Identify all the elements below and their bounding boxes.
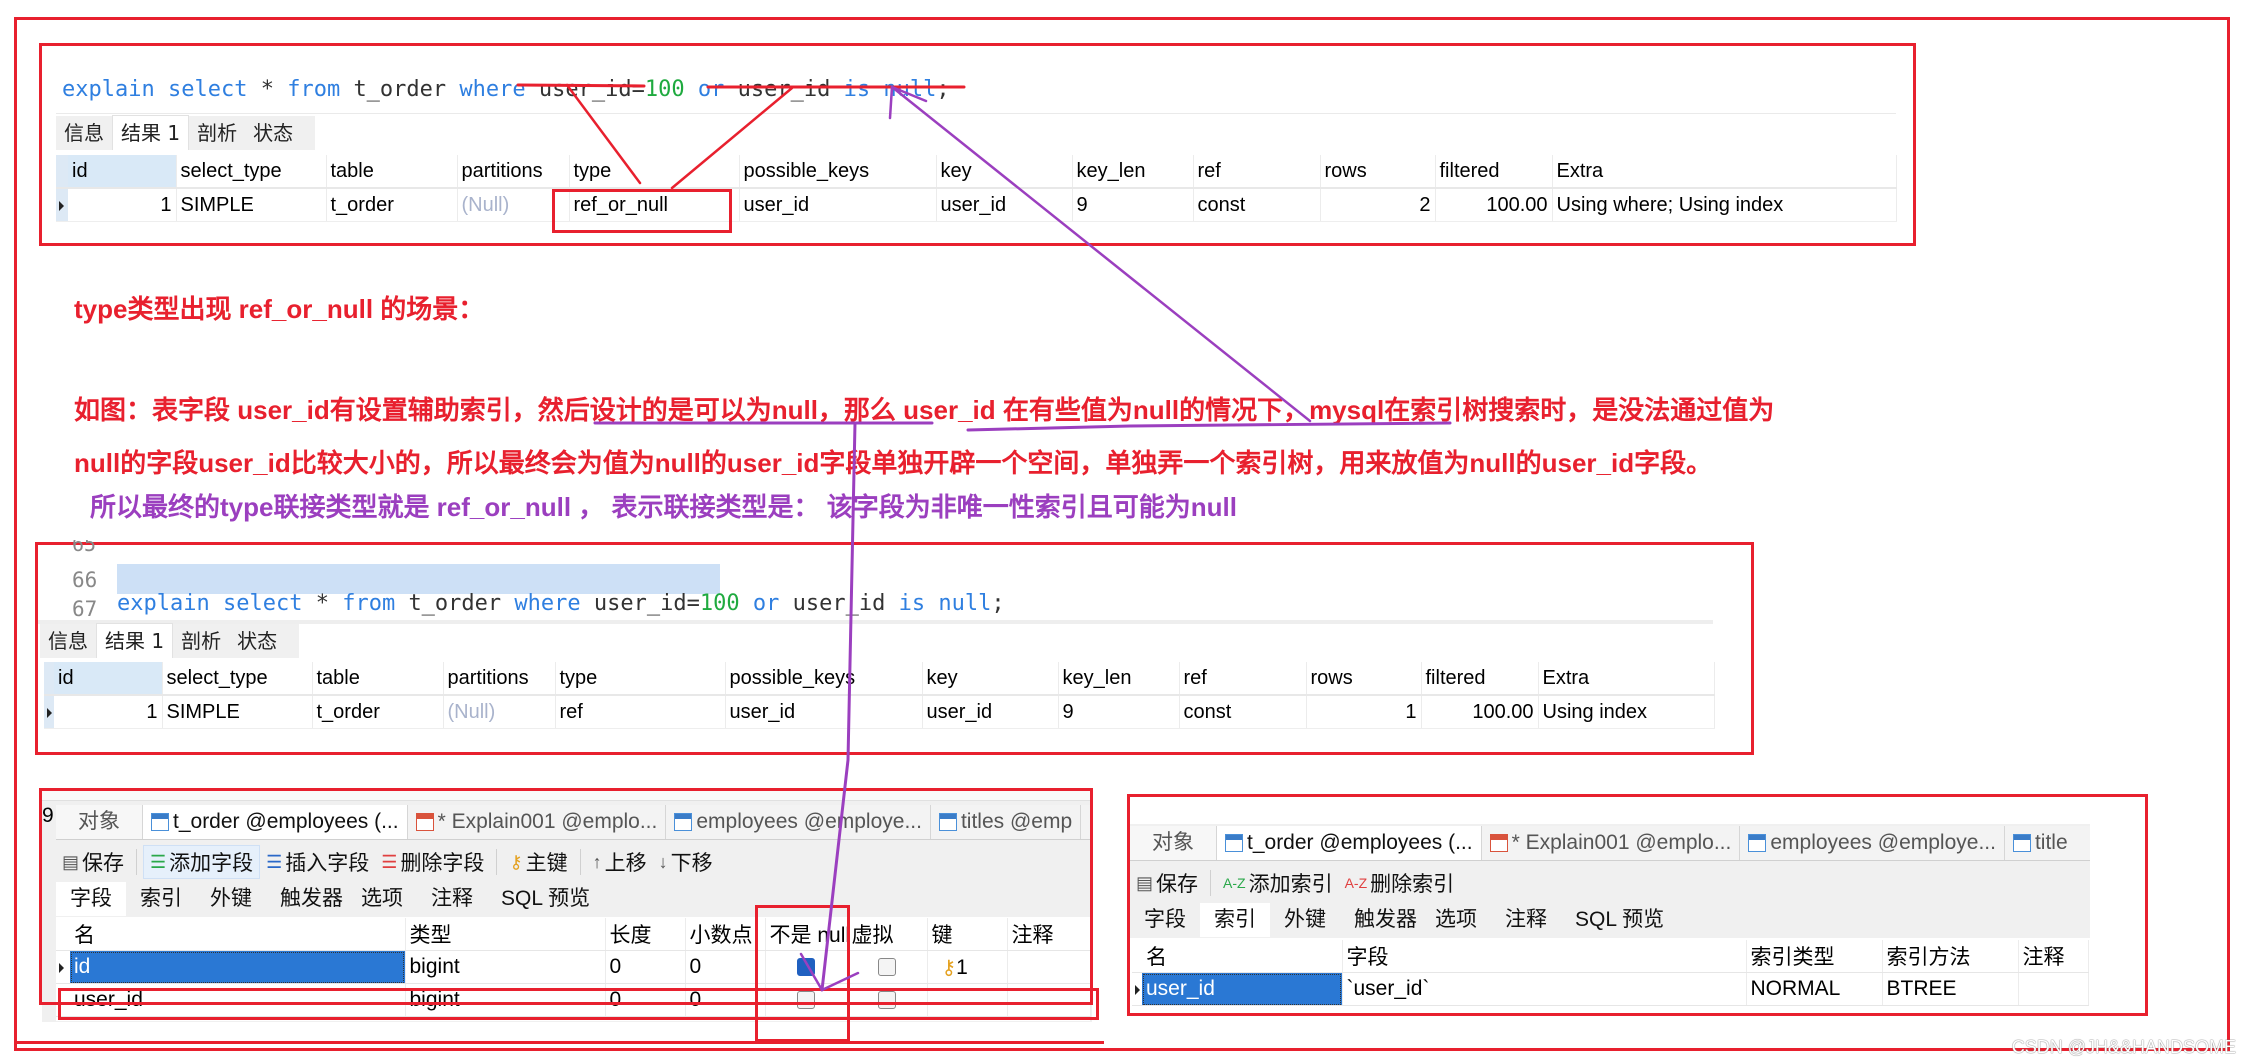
- arrowhead: [888, 85, 894, 120]
- arrowhead: [799, 952, 824, 992]
- arrowhead: [890, 85, 928, 103]
- purple-arrow-to-not-null: [820, 421, 857, 992]
- annotation-overlay: [516, 83, 1452, 992]
- underline-null-case: [966, 421, 1452, 432]
- watermark: CSDN @JH&&HANDSOME: [2011, 1037, 2236, 1057]
- underline-user-id-eq-100: [516, 83, 646, 88]
- purple-arrow-to-null: [890, 85, 1312, 423]
- connector-line: [670, 86, 794, 190]
- arrowhead: [820, 971, 860, 992]
- connector-line: [565, 83, 642, 185]
